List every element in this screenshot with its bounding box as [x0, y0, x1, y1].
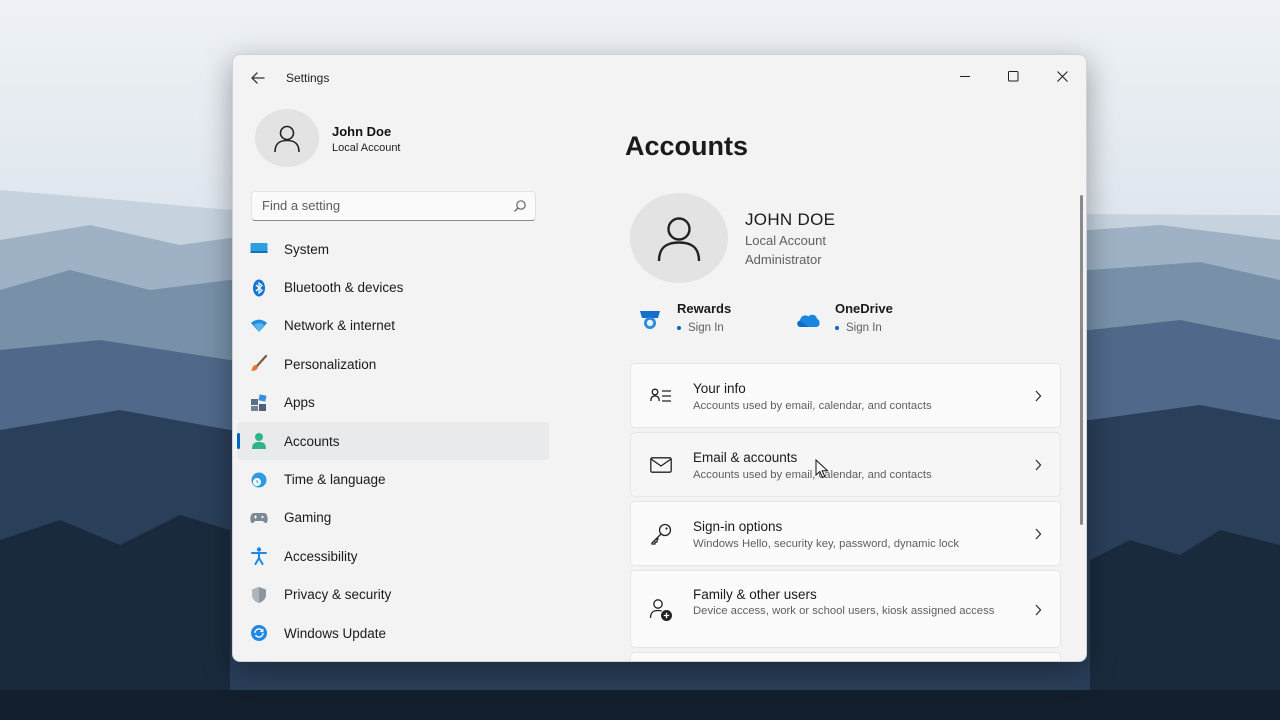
account-name: JOHN DOE — [745, 210, 836, 229]
mail-icon — [649, 453, 673, 477]
card-description: Accounts used by email, calendar, and co… — [693, 469, 932, 481]
sidebar-item-bluetooth[interactable]: Bluetooth & devices — [237, 268, 549, 306]
search-icon[interactable] — [513, 199, 527, 218]
chevron-right-icon — [1034, 458, 1042, 476]
sidebar-item-accounts[interactable]: Accounts — [237, 421, 549, 461]
maximize-icon — [1007, 70, 1018, 81]
rewards-status[interactable]: Sign In — [677, 322, 724, 334]
app-title: Settings — [286, 71, 330, 85]
sidebar-item-label: System — [284, 241, 330, 257]
card-description: Windows Hello, security key, password, d… — [693, 538, 959, 550]
apps-icon — [249, 393, 269, 413]
globe-clock-icon — [249, 470, 269, 490]
card-title: Sign-in options — [693, 519, 783, 534]
mouse-cursor — [815, 458, 829, 484]
person-avatar-icon — [274, 125, 300, 153]
card-email-accounts[interactable]: Email & accounts Accounts used by email,… — [630, 432, 1061, 497]
profile-account-type: Local Account — [332, 142, 401, 154]
settings-window: Settings John Doe Local Account System — [232, 54, 1087, 662]
minimize-button[interactable] — [942, 61, 988, 91]
gamepad-icon — [249, 508, 269, 528]
minimize-icon — [959, 75, 970, 77]
profile-name: John Doe — [332, 124, 392, 139]
rewards-label: Rewards — [677, 301, 732, 316]
card-family-other-users[interactable]: Family & other users Device access, work… — [630, 570, 1061, 648]
chevron-right-icon — [1034, 527, 1042, 545]
sidebar-item-label: Gaming — [284, 510, 332, 526]
sidebar-item-accessibility[interactable]: Accessibility — [237, 537, 549, 575]
bluetooth-icon — [249, 278, 269, 298]
card-title: Family & other users — [693, 587, 817, 602]
key-icon — [649, 522, 673, 546]
account-type: Local Account — [745, 233, 826, 248]
chevron-right-icon — [1034, 389, 1042, 407]
chevron-right-icon — [1034, 603, 1042, 621]
rewards-icon — [637, 307, 663, 333]
sidebar-item-label: Accounts — [284, 433, 340, 449]
sidebar-item-personalization[interactable]: Personalization — [237, 345, 549, 383]
contact-card-icon — [649, 384, 673, 408]
close-icon — [1056, 70, 1068, 82]
sidebar-item-label: Time & language — [284, 472, 386, 488]
account-role: Administrator — [745, 252, 822, 267]
card-partial[interactable] — [630, 652, 1061, 661]
card-title: Your info — [693, 381, 746, 396]
title-bar: Settings — [233, 55, 1086, 101]
card-sign-in-options[interactable]: Sign-in options Windows Hello, security … — [630, 501, 1061, 566]
accessibility-icon — [249, 546, 269, 566]
card-description: Device access, work or school users, kio… — [693, 605, 995, 617]
sidebar-item-label: Windows Update — [284, 625, 387, 641]
avatar — [255, 109, 319, 167]
maximize-button[interactable] — [990, 61, 1036, 91]
sidebar-item-privacy-security[interactable]: Privacy & security — [237, 576, 549, 614]
person-avatar-icon — [657, 217, 701, 262]
wifi-icon — [249, 316, 269, 336]
sidebar-item-time-language[interactable]: Time & language — [237, 460, 549, 498]
scrollbar[interactable] — [1080, 195, 1083, 525]
update-icon — [249, 623, 269, 643]
sidebar-item-label: Privacy & security — [284, 587, 392, 603]
add-person-icon — [649, 598, 673, 622]
onedrive-icon — [795, 307, 821, 333]
sidebar-item-label: Personalization — [284, 356, 377, 372]
sidebar-item-label: Network & internet — [284, 318, 396, 334]
card-title: Email & accounts — [693, 450, 798, 465]
back-arrow-icon — [251, 72, 265, 84]
search-box[interactable] — [251, 191, 536, 221]
sidebar-item-gaming[interactable]: Gaming — [237, 499, 549, 537]
card-your-info[interactable]: Your info Accounts used by email, calend… — [630, 363, 1061, 428]
sidebar-item-apps[interactable]: Apps — [237, 384, 549, 422]
account-avatar — [630, 193, 728, 283]
sidebar-item-label: Bluetooth & devices — [284, 280, 404, 296]
search-input[interactable] — [262, 198, 502, 213]
sidebar-item-network[interactable]: Network & internet — [237, 307, 549, 345]
close-button[interactable] — [1039, 61, 1085, 91]
sidebar-item-windows-update[interactable]: Windows Update — [237, 614, 549, 652]
onedrive-label: OneDrive — [835, 301, 893, 316]
sidebar-nav: System Bluetooth & devices Network & int… — [237, 230, 549, 652]
page-title: Accounts — [625, 131, 749, 161]
sidebar-item-system[interactable]: System — [237, 230, 549, 268]
card-description: Accounts used by email, calendar, and co… — [693, 400, 932, 412]
sidebar-item-label: Apps — [284, 395, 315, 411]
sidebar-item-label: Accessibility — [284, 548, 358, 564]
system-icon — [249, 239, 269, 259]
onedrive-status[interactable]: Sign In — [835, 322, 882, 334]
brush-icon — [249, 354, 269, 374]
person-icon — [249, 431, 269, 451]
shield-icon — [249, 585, 269, 605]
back-button[interactable] — [247, 67, 269, 89]
